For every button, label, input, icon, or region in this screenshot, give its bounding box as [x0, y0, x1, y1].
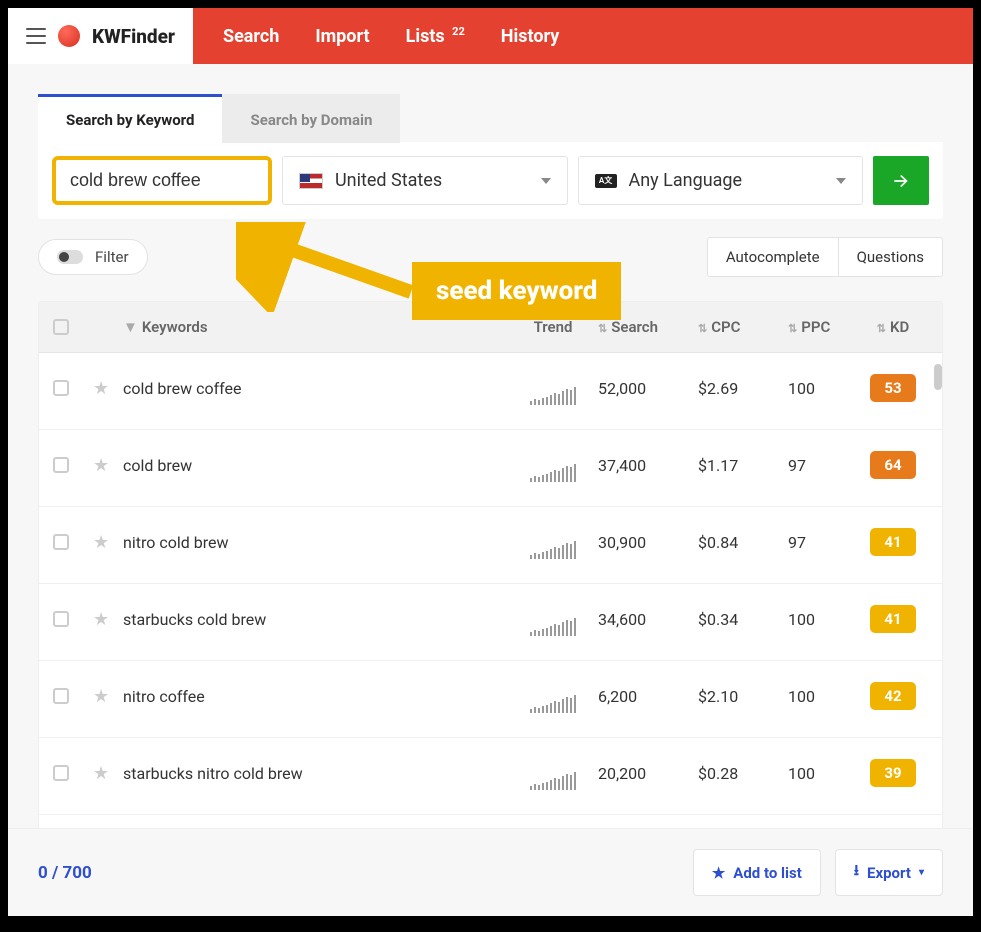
column-trend[interactable]: Trend — [508, 318, 598, 336]
search-volume-cell: 30,900 — [598, 533, 698, 552]
download-icon: ⭳ — [854, 860, 859, 885]
nav-search[interactable]: Search — [223, 26, 279, 47]
kd-badge: 42 — [870, 682, 916, 710]
tab-search-by-domain[interactable]: Search by Domain — [222, 94, 400, 143]
kd-badge: 41 — [870, 528, 916, 556]
column-search[interactable]: Search — [598, 318, 698, 336]
column-kd[interactable]: KD — [858, 318, 928, 336]
table-row: ★ starbucks cold brew 34,600$0.34100 41 — [39, 584, 942, 661]
top-nav: KWFinder Search Import Lists 22 History — [8, 8, 973, 64]
row-checkbox[interactable] — [53, 765, 69, 781]
tab-questions[interactable]: Questions — [839, 238, 942, 276]
keyword-cell[interactable]: nitro coffee — [123, 687, 508, 706]
search-volume-cell: 34,600 — [598, 610, 698, 629]
row-checkbox[interactable] — [53, 534, 69, 550]
search-button[interactable] — [873, 156, 929, 205]
table-row: ★ starbucks nitro cold brew 20,200$0.28100… — [39, 738, 942, 815]
menu-icon[interactable] — [26, 28, 46, 44]
table-row: ★ cold brew 37,400$1.1797 64 — [39, 430, 942, 507]
keyword-cell[interactable]: cold brew — [123, 456, 508, 475]
trend-sparkline — [508, 539, 598, 559]
kd-badge: 39 — [870, 759, 916, 787]
tab-autocomplete[interactable]: Autocomplete — [708, 238, 839, 276]
ppc-cell: 100 — [788, 610, 858, 629]
language-select[interactable]: A文Any Language — [578, 156, 864, 205]
row-checkbox[interactable] — [53, 611, 69, 627]
keyword-cell[interactable]: nitro cold brew — [123, 533, 508, 552]
trend-sparkline — [508, 385, 598, 405]
kd-badge: 53 — [870, 374, 916, 402]
tab-search-by-keyword[interactable]: Search by Keyword — [38, 94, 222, 143]
search-mode-tabs: Search by Keyword Search by Domain — [38, 94, 943, 143]
nav-import[interactable]: Import — [315, 26, 369, 47]
search-panel: United States A文Any Language — [38, 142, 943, 219]
add-to-list-button[interactable]: ★ Add to list — [693, 849, 821, 896]
keyword-cell[interactable]: starbucks cold brew — [123, 610, 508, 629]
keyword-cell[interactable]: starbucks nitro cold brew — [123, 764, 508, 783]
star-icon[interactable]: ★ — [93, 455, 109, 476]
keyword-cell[interactable]: cold brew coffee — [123, 379, 508, 398]
cpc-cell: $2.10 — [698, 687, 788, 706]
cpc-cell: $2.69 — [698, 379, 788, 398]
brand-name: KWFinder — [92, 25, 175, 48]
table-row: ★ nitro coffee 6,200$2.10100 42 — [39, 661, 942, 738]
scrollbar-thumb[interactable] — [934, 364, 942, 390]
star-icon[interactable]: ★ — [93, 609, 109, 630]
location-select[interactable]: United States — [282, 156, 568, 205]
arrow-right-icon — [891, 171, 911, 191]
star-icon[interactable]: ★ — [93, 686, 109, 707]
search-volume-cell: 20,200 — [598, 764, 698, 783]
toggle-icon — [57, 250, 83, 264]
filter-toggle[interactable]: Filter — [38, 239, 148, 275]
kd-badge: 41 — [870, 605, 916, 633]
ppc-cell: 97 — [788, 456, 858, 475]
ppc-cell: 100 — [788, 379, 858, 398]
ppc-cell: 97 — [788, 533, 858, 552]
cpc-cell: $0.84 — [698, 533, 788, 552]
search-volume-cell: 52,000 — [598, 379, 698, 398]
brand-block: KWFinder — [8, 8, 193, 64]
select-all-checkbox[interactable] — [53, 319, 69, 335]
cpc-cell: $0.34 — [698, 610, 788, 629]
search-volume-cell: 6,200 — [598, 687, 698, 706]
nav-lists[interactable]: Lists 22 — [406, 25, 465, 47]
suggestion-type-tabs: Autocomplete Questions — [707, 237, 943, 277]
logo-icon — [58, 25, 80, 47]
nav-history[interactable]: History — [501, 26, 560, 47]
star-icon[interactable]: ★ — [93, 378, 109, 399]
trend-sparkline — [508, 770, 598, 790]
column-ppc[interactable]: PPC — [788, 318, 858, 336]
star-icon[interactable]: ★ — [93, 532, 109, 553]
star-icon[interactable]: ★ — [93, 763, 109, 784]
selection-counter: 0 / 700 — [38, 863, 92, 883]
row-checkbox[interactable] — [53, 688, 69, 704]
search-volume-cell: 37,400 — [598, 456, 698, 475]
row-checkbox[interactable] — [53, 457, 69, 473]
table-row: ★ nitro cold brew 30,900$0.8497 41 — [39, 507, 942, 584]
keyword-input[interactable] — [52, 156, 272, 205]
flag-icon — [299, 173, 323, 189]
cpc-cell: $1.17 — [698, 456, 788, 475]
chevron-down-icon: ▾ — [919, 867, 924, 878]
footer-bar: 0 / 700 ★ Add to list ⭳ Export ▾ — [8, 828, 973, 916]
trend-sparkline — [508, 616, 598, 636]
chevron-down-icon — [836, 178, 846, 184]
column-cpc[interactable]: CPC — [698, 318, 788, 336]
ppc-cell: 100 — [788, 764, 858, 783]
language-icon: A文 — [595, 174, 617, 188]
annotation-callout: seed keyword — [412, 262, 621, 320]
keywords-table: ▼Keywords Trend Search CPC PPC KD ★cold … — [38, 301, 943, 916]
trend-sparkline — [508, 693, 598, 713]
trend-sparkline — [508, 462, 598, 482]
kd-badge: 64 — [870, 451, 916, 479]
ppc-cell: 100 — [788, 687, 858, 706]
column-keywords[interactable]: Keywords — [142, 318, 208, 336]
row-checkbox[interactable] — [53, 380, 69, 396]
chevron-down-icon — [541, 178, 551, 184]
cpc-cell: $0.28 — [698, 764, 788, 783]
table-row: ★ cold brew coffee 52,000$2.69100 53 — [39, 353, 942, 430]
export-button[interactable]: ⭳ Export ▾ — [835, 849, 943, 896]
star-icon: ★ — [712, 864, 725, 882]
